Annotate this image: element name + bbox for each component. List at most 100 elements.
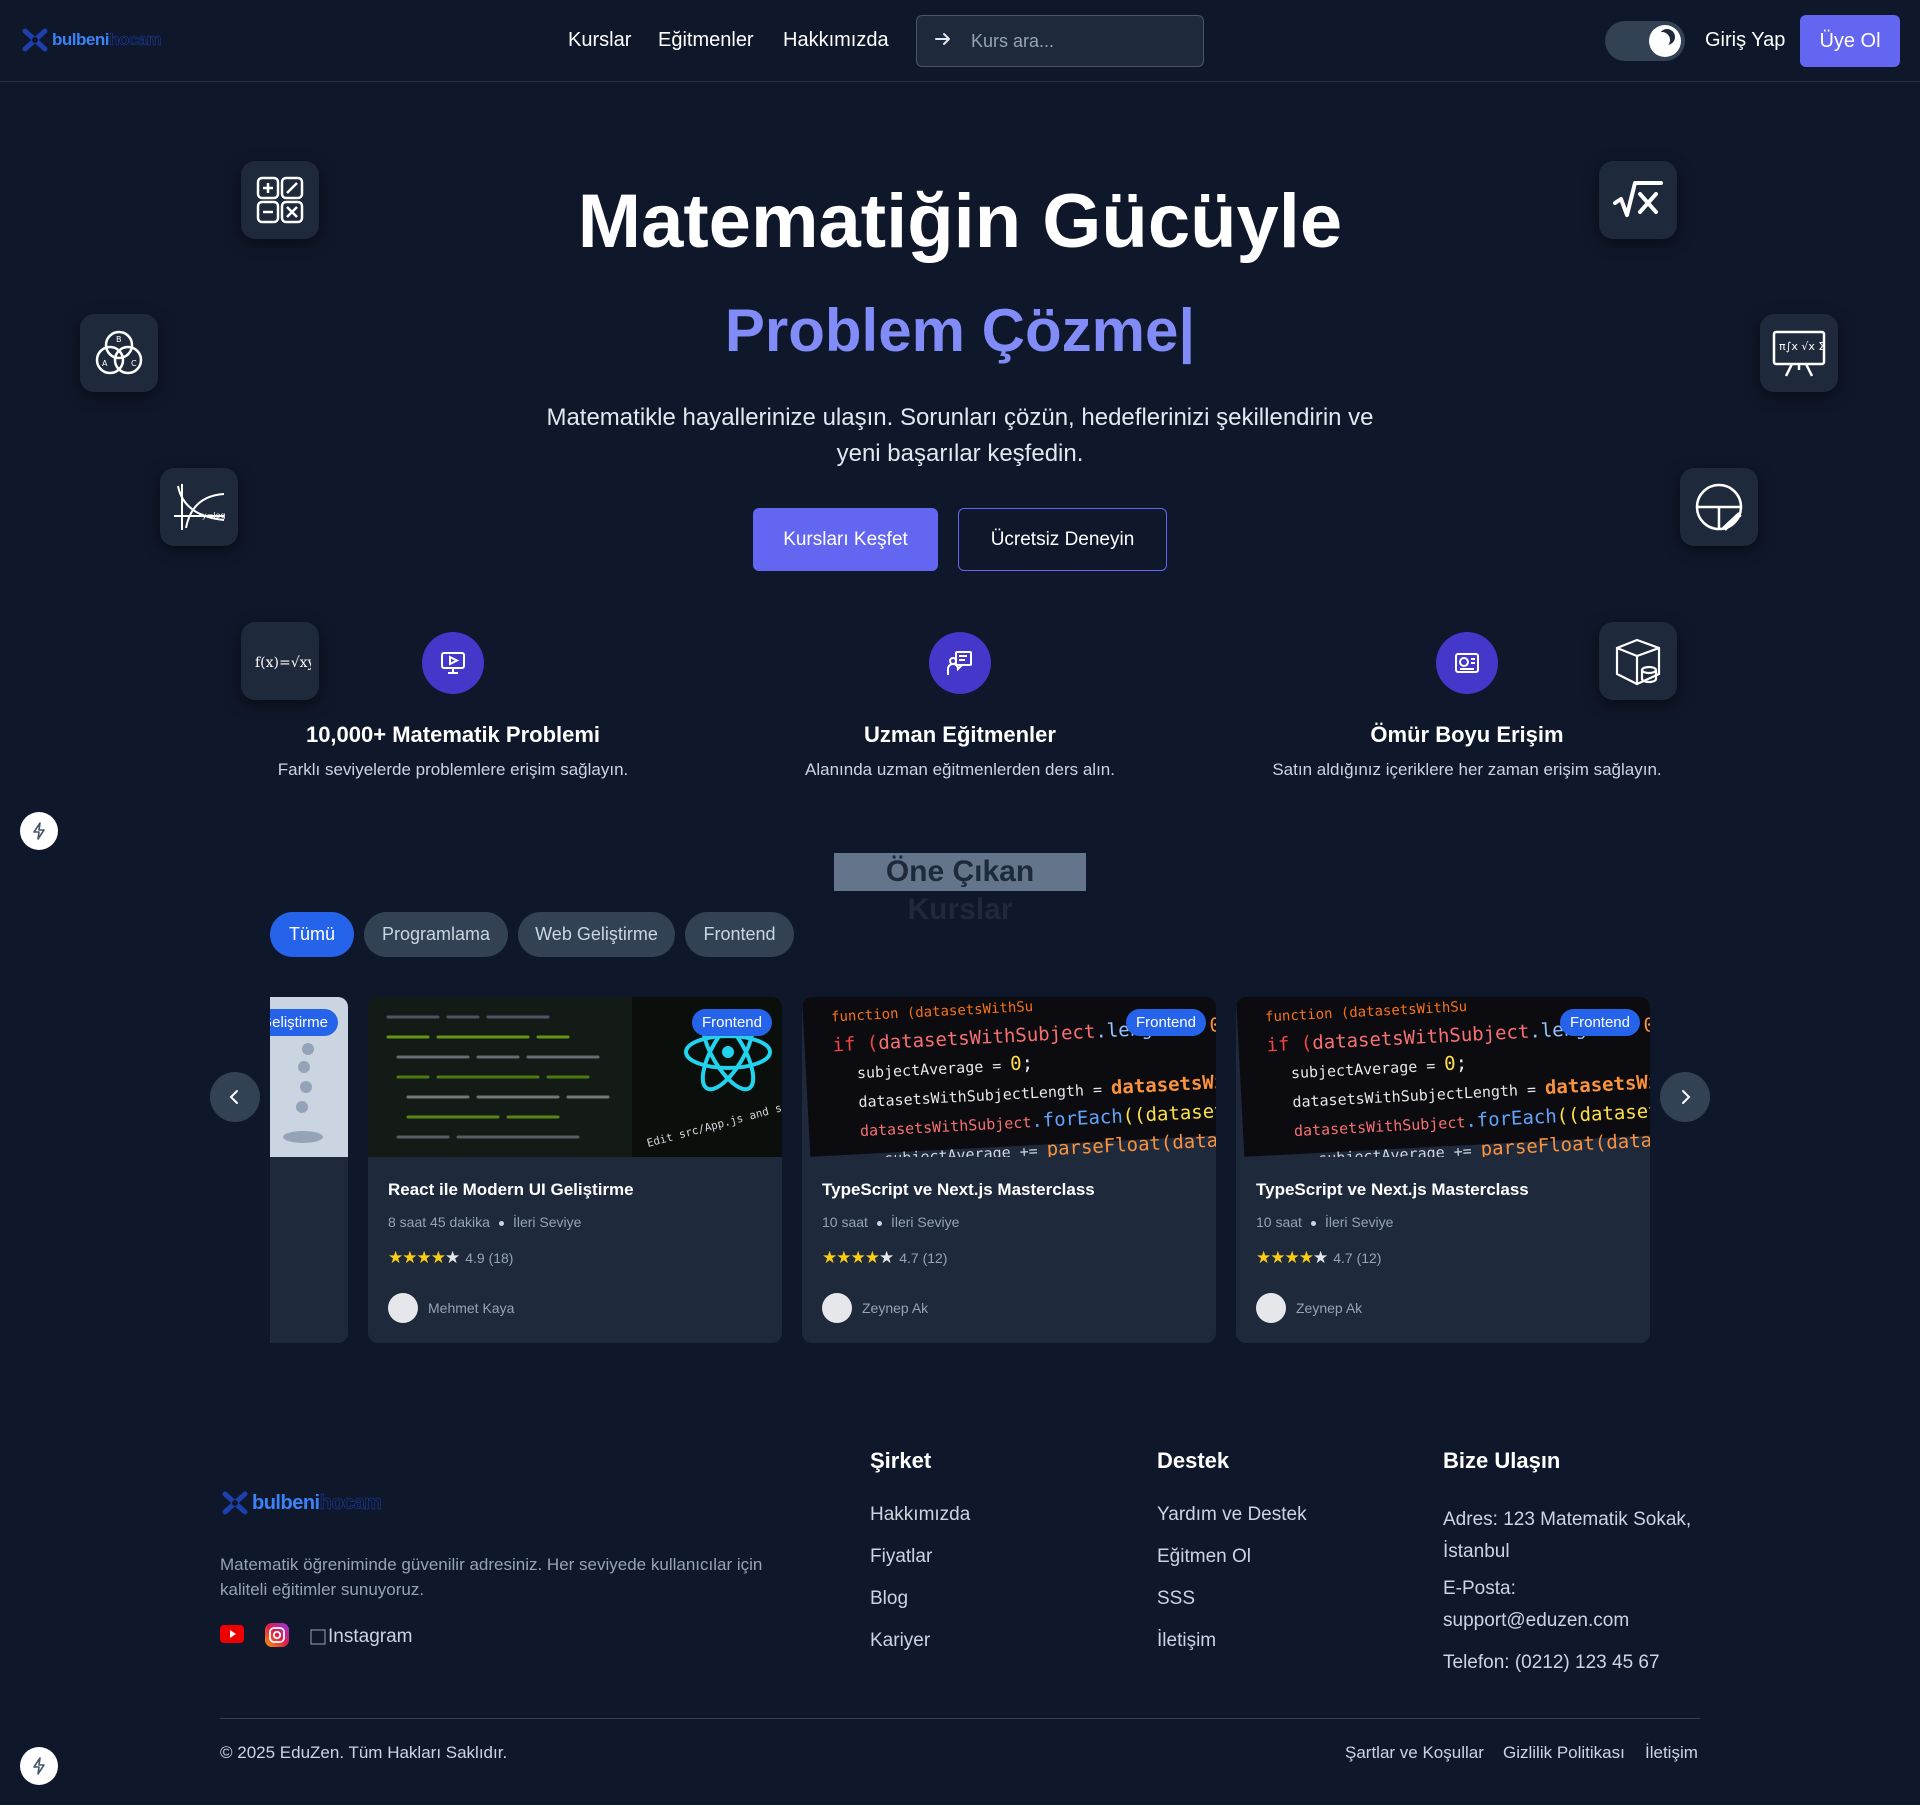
feature-title: Uzman Eğitmenler <box>864 722 1056 747</box>
arrow-right-icon <box>933 29 953 54</box>
flash-icon[interactable] <box>20 812 58 850</box>
copyright: © 2025 EduZen. Tüm Hakları Saklıdır. <box>220 1743 508 1762</box>
top-navbar: bulbenihocam Kurslar Eğitmenler Hakkımız… <box>0 0 1920 82</box>
filter-all[interactable]: Tümü <box>270 912 354 957</box>
course-meta: 10 saat İleri Seviye <box>1256 1214 1393 1230</box>
footer-company-title: Şirket <box>870 1448 932 1473</box>
carousel-next-button[interactable] <box>1660 1072 1710 1122</box>
footer-email[interactable]: support@eduzen.com <box>1443 1610 1629 1632</box>
instagram-alt-text: Instagram <box>328 1626 413 1647</box>
course-level: İleri Seviye <box>890 1214 960 1230</box>
course-image: function (datasetsWithSu if (datasetsWit… <box>1236 997 1650 1157</box>
footer-link-become-instructor[interactable]: Eğitmen Ol <box>1157 1546 1251 1568</box>
course-title: React ile Modern UI Geliştirme <box>388 1180 634 1199</box>
terms-link[interactable]: Şartlar ve Koşullar <box>1345 1743 1484 1763</box>
star-rating-icon: ★★★★★ <box>822 1248 894 1267</box>
course-duration: 10 saat <box>822 1214 868 1230</box>
course-image: Geliştirme <box>270 997 348 1157</box>
course-meta: 8 saat 45 dakika İleri Seviye <box>388 1214 581 1230</box>
feature-problems: 10,000+ Matematik Problemi Farklı seviye… <box>233 632 673 780</box>
hero-title: Matematiğin Gücüyle <box>577 179 1343 264</box>
search-box[interactable] <box>916 15 1204 67</box>
star-rating-icon: ★★★★★ <box>388 1248 460 1267</box>
feature-desc: Alanında uzman eğitmenlerden ders alın. <box>805 760 1115 779</box>
explore-courses-button[interactable]: Kursları Keşfet <box>753 508 938 571</box>
footer-about-text: Matematik öğreniminde güvenilir adresini… <box>220 1555 763 1599</box>
rating-text: 4.9 (18) <box>465 1250 514 1266</box>
footer-logo[interactable]: bulbenihocam <box>222 1490 382 1516</box>
course-level: İleri Seviye <box>512 1214 582 1230</box>
footer-link-faq[interactable]: SSS <box>1157 1588 1195 1610</box>
broken-image-icon <box>310 1629 326 1645</box>
free-trial-button[interactable]: Ücretsiz Deneyin <box>958 508 1167 571</box>
footer-link-blog[interactable]: Blog <box>870 1588 908 1610</box>
carousel-prev-button[interactable] <box>210 1072 260 1122</box>
login-link[interactable]: Giriş Yap <box>1705 29 1785 52</box>
flash-icon[interactable] <box>20 1747 58 1785</box>
instructor-name: Mehmet Kaya <box>428 1300 515 1316</box>
course-meta: 10 saat İleri Seviye <box>822 1214 959 1230</box>
hero-subtitle: Problem Çözme| <box>724 297 1196 364</box>
brand-logo[interactable]: bulbenihocam <box>22 27 162 53</box>
signup-button[interactable]: Üye Ol <box>1800 15 1900 67</box>
brand-name-b: hocam <box>319 1491 382 1514</box>
brand-name-b: hocam <box>108 30 162 50</box>
footer-email-label: E-Posta: <box>1443 1578 1516 1599</box>
feature-lifetime: Ömür Boyu Erişim Satın aldığınız içerikl… <box>1247 632 1687 780</box>
footer-link-about[interactable]: Hakkımızda <box>870 1504 970 1526</box>
course-title: TypeScript ve Next.js Masterclass <box>822 1180 1095 1199</box>
feature-desc: Farklı seviyelerde problemlere erişim sa… <box>277 760 629 779</box>
course-image: function (datasetsWithSu if (datasetsWit… <box>802 997 1216 1157</box>
course-card[interactable]: function (datasetsWithSu if (datasetsWit… <box>1236 997 1650 1343</box>
course-rating: ★★★★★ 4.9 (18) <box>388 1248 513 1268</box>
footer-contact-title: Bize Ulaşın <box>1443 1448 1561 1473</box>
contact-link[interactable]: İletişim <box>1645 1743 1698 1763</box>
featured-title: Öne Çıkan Kurslar <box>834 853 1086 926</box>
chevron-left-icon <box>229 1090 238 1104</box>
course-instructor: Mehmet Kaya <box>388 1293 514 1323</box>
course-badge: Frontend <box>1559 1009 1640 1036</box>
footer-link-pricing[interactable]: Fiyatlar <box>870 1546 932 1568</box>
privacy-link[interactable]: Gizlilik Politikası <box>1503 1743 1625 1763</box>
instagram-broken-image[interactable]: Instagram <box>310 1626 412 1648</box>
rating-text: 4.7 (12) <box>1333 1250 1382 1266</box>
avatar <box>822 1293 852 1323</box>
log-graph-icon: y=log <box>160 468 238 546</box>
filter-frontend[interactable]: Frontend <box>685 912 794 957</box>
certificate-icon <box>1436 632 1498 694</box>
course-card[interactable]: Edit src/App.js and save to rel Frontend… <box>368 997 782 1343</box>
course-rating: ★★★★★ 4.7 (12) <box>1256 1248 1381 1268</box>
footer-support-title: Destek <box>1157 1448 1230 1473</box>
instagram-icon[interactable] <box>265 1623 289 1647</box>
filter-web-development[interactable]: Web Geliştirme <box>518 912 675 957</box>
course-instructor: Zeynep Ak <box>1256 1293 1362 1323</box>
feature-title: Ömür Boyu Erişim <box>1370 722 1564 747</box>
course-badge: Frontend <box>1125 1009 1206 1036</box>
star-rating-icon: ★★★★★ <box>1256 1248 1328 1267</box>
nav-about[interactable]: Hakkımızda <box>783 29 889 52</box>
avatar <box>388 1293 418 1323</box>
instructor-name: Zeynep Ak <box>862 1300 929 1316</box>
logo-mark-icon <box>22 27 48 53</box>
avatar <box>1256 1293 1286 1323</box>
course-instructor: Zeynep Ak <box>822 1293 928 1323</box>
search-input[interactable] <box>971 30 1191 52</box>
course-card[interactable]: function (datasetsWithSu if (datasetsWit… <box>802 997 1216 1343</box>
course-card[interactable]: Geliştirme <box>270 997 348 1343</box>
youtube-icon[interactable] <box>220 1625 244 1643</box>
brand-name-a: bulbeni <box>252 1491 320 1514</box>
course-rating: ★★★★★ 4.7 (12) <box>822 1248 947 1268</box>
filter-programming[interactable]: Programlama <box>364 912 508 957</box>
theme-toggle[interactable] <box>1605 21 1685 61</box>
footer-link-help[interactable]: Yardım ve Destek <box>1157 1504 1307 1526</box>
footer-link-contact[interactable]: İletişim <box>1157 1630 1216 1652</box>
footer-link-careers[interactable]: Kariyer <box>870 1630 930 1652</box>
presentation-icon <box>422 632 484 694</box>
nav-courses[interactable]: Kurslar <box>568 29 631 52</box>
course-title: TypeScript ve Next.js Masterclass <box>1256 1180 1529 1199</box>
course-duration: 8 saat 45 dakika <box>388 1214 490 1230</box>
nav-instructors[interactable]: Eğitmenler <box>658 29 754 52</box>
circle-geometry-icon <box>1680 468 1758 546</box>
feature-title: 10,000+ Matematik Problemi <box>305 722 601 747</box>
course-badge: Geliştirme <box>270 1009 338 1036</box>
